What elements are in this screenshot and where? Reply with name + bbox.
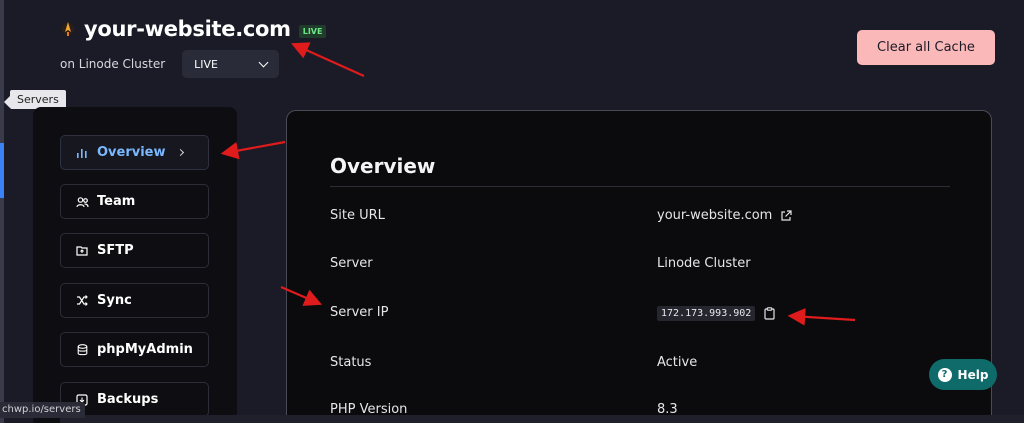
sidebar-item-label: SFTP <box>97 243 134 258</box>
question-icon: ? <box>937 367 952 382</box>
folder-upload-icon <box>75 244 89 258</box>
annotation-arrow-title <box>290 42 365 78</box>
database-icon <box>75 343 89 357</box>
sidebar-item-label: Overview <box>97 145 166 160</box>
overview-title: Overview <box>330 154 436 178</box>
server-ip-value: 172.173.993.902 <box>657 306 775 321</box>
bar-chart-icon <box>75 146 89 160</box>
bottom-editor-bar <box>60 415 1024 423</box>
server-label: Server <box>330 256 373 271</box>
sidebar-item-label: Sync <box>97 293 132 308</box>
server-value: Linode Cluster <box>657 256 751 271</box>
users-icon <box>75 195 89 209</box>
shuffle-icon <box>75 294 89 308</box>
sidebar-nav: Overview Team SFTP Sync phpMyAdmin Backu… <box>33 107 237 423</box>
live-badge: LIVE <box>298 24 327 38</box>
environment-select[interactable]: LIVE <box>182 50 280 78</box>
sidebar-item-sync[interactable]: Sync <box>60 283 209 318</box>
overview-divider <box>330 186 950 187</box>
left-edge-indicator <box>0 143 4 198</box>
site-title: your-website.com <box>84 17 291 41</box>
overview-panel: Overview Site URL your-website.com Serve… <box>286 110 992 423</box>
sidebar-item-label: phpMyAdmin <box>97 342 193 357</box>
sidebar-item-sftp[interactable]: SFTP <box>60 233 209 268</box>
sidebar-item-overview[interactable]: Overview <box>60 135 209 170</box>
clipboard-icon[interactable] <box>764 307 775 320</box>
site-url-label: Site URL <box>330 208 385 223</box>
sidebar-item-label: Backups <box>97 392 159 407</box>
chevron-down-icon <box>258 57 269 67</box>
clear-cache-button[interactable]: Clear all Cache <box>857 30 995 65</box>
external-link-icon[interactable] <box>780 209 792 222</box>
left-edge-strip <box>0 0 4 423</box>
cluster-label: on Linode Cluster <box>60 57 166 71</box>
status-value: Active <box>657 355 698 370</box>
site-url-link[interactable]: your-website.com <box>657 208 772 223</box>
sidebar-item-phpmyadmin[interactable]: phpMyAdmin <box>60 332 209 367</box>
site-url-value[interactable]: your-website.com <box>657 208 792 223</box>
site-header: your-website.com LIVE <box>60 17 327 41</box>
server-ip-code: 172.173.993.902 <box>657 306 756 321</box>
help-label: Help <box>957 367 989 382</box>
server-ip-label: Server IP <box>330 305 389 320</box>
sidebar-item-label: Team <box>97 194 136 209</box>
status-label: Status <box>330 355 372 370</box>
chevron-right-icon <box>176 148 184 157</box>
site-logo-icon <box>60 18 76 40</box>
status-url: chwp.io/servers <box>0 402 85 418</box>
sidebar-item-team[interactable]: Team <box>60 184 209 219</box>
environment-select-value: LIVE <box>194 57 218 71</box>
help-button[interactable]: ? Help <box>929 359 997 390</box>
cluster-row: on Linode Cluster LIVE <box>60 50 280 78</box>
